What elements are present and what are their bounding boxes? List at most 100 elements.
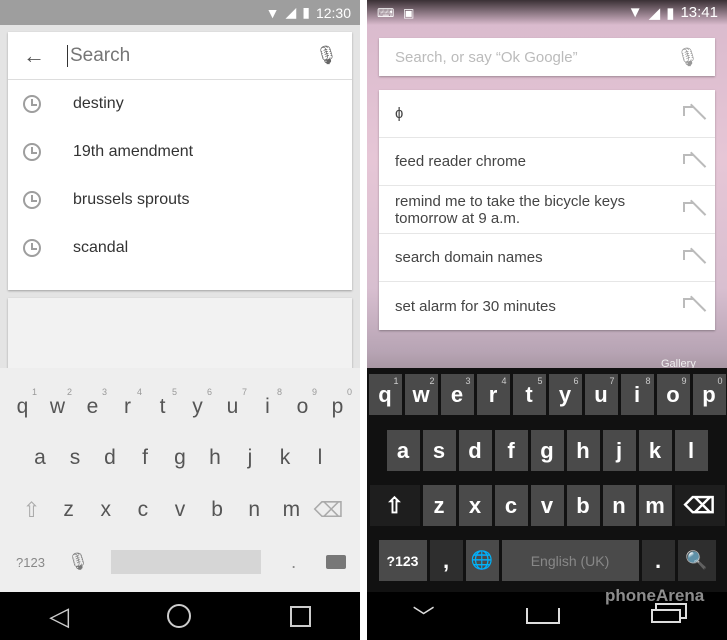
key[interactable]: t5	[145, 383, 180, 431]
key[interactable]: y6	[548, 374, 582, 415]
key[interactable]: a	[23, 434, 58, 482]
key-hint: 4	[501, 376, 507, 386]
key[interactable]: l	[303, 434, 338, 482]
microphone-icon[interactable]: 🎙	[315, 45, 338, 66]
hide-keyboard-icon[interactable]: ﹀	[413, 600, 435, 632]
key[interactable]: l	[674, 430, 708, 471]
fill-query-arrow-icon[interactable]	[683, 201, 699, 218]
key[interactable]: i8	[250, 383, 285, 431]
key[interactable]: v	[163, 486, 198, 534]
key[interactable]: e3	[75, 383, 110, 431]
history-item[interactable]: 19th amendment	[8, 128, 352, 176]
search-key[interactable]: 🔍	[677, 540, 716, 581]
back-icon[interactable]: ◁	[49, 601, 69, 632]
key[interactable]: d	[458, 430, 492, 471]
key[interactable]: o9	[656, 374, 690, 415]
key[interactable]: i8	[620, 374, 654, 415]
fill-query-arrow-icon[interactable]	[683, 249, 699, 266]
fill-query-arrow-icon[interactable]	[683, 153, 699, 170]
key[interactable]: o9	[285, 383, 320, 431]
microphone-key[interactable]: 🎙	[67, 552, 89, 572]
key[interactable]: n	[237, 486, 272, 534]
key[interactable]: s	[58, 434, 93, 482]
key[interactable]: s	[422, 430, 456, 471]
key[interactable]: z	[51, 486, 86, 534]
symbols-key[interactable]: ?123	[378, 540, 427, 581]
battery-icon: ▮	[302, 4, 310, 20]
key[interactable]: d	[93, 434, 128, 482]
key[interactable]: p0	[320, 383, 355, 431]
key[interactable]: b	[200, 486, 235, 534]
key[interactable]: u7	[584, 374, 618, 415]
key[interactable]: u7	[215, 383, 250, 431]
key[interactable]: k	[268, 434, 303, 482]
key[interactable]: n	[602, 485, 636, 526]
history-item[interactable]: scandal	[8, 224, 352, 272]
backspace-key[interactable]: ⌫	[674, 485, 725, 526]
home-icon[interactable]	[167, 604, 192, 628]
space-key[interactable]: English (UK)	[501, 540, 639, 581]
key[interactable]: m	[274, 486, 309, 534]
suggestion-item[interactable]: search domain names	[379, 234, 715, 282]
key[interactable]: r4	[110, 383, 145, 431]
google-search-bar[interactable]: Search, or say “Ok Google” 🎙	[379, 38, 715, 76]
suggestion-item[interactable]: feed reader chrome	[379, 138, 715, 186]
key-hint: 5	[537, 376, 543, 386]
search-input[interactable]	[67, 44, 315, 67]
recents-icon[interactable]	[651, 609, 682, 623]
key[interactable]: k	[638, 430, 672, 471]
key-hint: 9	[311, 387, 317, 397]
suggestion-item[interactable]: remind me to take the bicycle keys tomor…	[379, 186, 715, 234]
key[interactable]: q1	[5, 383, 40, 431]
language-globe-key[interactable]: 🌐	[465, 540, 499, 581]
key[interactable]: t5	[512, 374, 546, 415]
key[interactable]: v	[530, 485, 564, 526]
back-arrow-icon[interactable]: ←	[23, 43, 45, 69]
key[interactable]: j	[602, 430, 636, 471]
key[interactable]: g	[530, 430, 564, 471]
key[interactable]: a	[386, 430, 420, 471]
key[interactable]: j	[233, 434, 268, 482]
key[interactable]: h	[198, 434, 233, 482]
key-label: g	[540, 437, 554, 463]
key-label: m	[282, 498, 301, 521]
key[interactable]: b	[566, 485, 600, 526]
history-item[interactable]: brussels sprouts	[8, 176, 352, 224]
hide-keyboard-icon[interactable]	[325, 555, 346, 569]
key[interactable]: c	[494, 485, 528, 526]
key[interactable]: m	[638, 485, 672, 526]
key[interactable]: f	[494, 430, 528, 471]
key[interactable]: f	[128, 434, 163, 482]
key[interactable]: y6	[180, 383, 215, 431]
symbols-key[interactable]: ?123	[16, 555, 45, 570]
key[interactable]: q1	[368, 374, 402, 415]
key[interactable]: w2	[404, 374, 438, 415]
key-label: j	[615, 437, 623, 463]
backspace-key[interactable]: ⌫	[311, 486, 346, 534]
key[interactable]: r4	[476, 374, 510, 415]
suggestion-item[interactable]: set alarm for 30 minutes	[379, 282, 715, 330]
key-hint: 9	[681, 376, 687, 386]
comma-key[interactable]: ,	[429, 540, 463, 581]
shift-key[interactable]: ⇧	[14, 486, 49, 534]
key[interactable]: p0	[692, 374, 726, 415]
microphone-icon[interactable]: 🎙	[676, 47, 699, 68]
period-key[interactable]: .	[641, 540, 675, 581]
key[interactable]: g	[163, 434, 198, 482]
home-icon[interactable]	[526, 608, 560, 624]
key[interactable]: c	[125, 486, 160, 534]
period-key[interactable]: .	[284, 552, 304, 573]
fill-query-arrow-icon[interactable]	[683, 105, 699, 122]
key[interactable]: x	[88, 486, 123, 534]
space-key[interactable]	[111, 550, 262, 574]
recents-icon[interactable]	[289, 605, 311, 627]
key[interactable]: h	[566, 430, 600, 471]
suggestion-item[interactable]: ɸ	[379, 90, 715, 138]
key[interactable]: x	[458, 485, 492, 526]
shift-key[interactable]: ⇧	[369, 485, 420, 526]
fill-query-arrow-icon[interactable]	[683, 298, 699, 314]
key[interactable]: e3	[440, 374, 474, 415]
key[interactable]: z	[422, 485, 456, 526]
key[interactable]: w2	[40, 383, 75, 431]
history-item[interactable]: destiny	[8, 80, 352, 128]
